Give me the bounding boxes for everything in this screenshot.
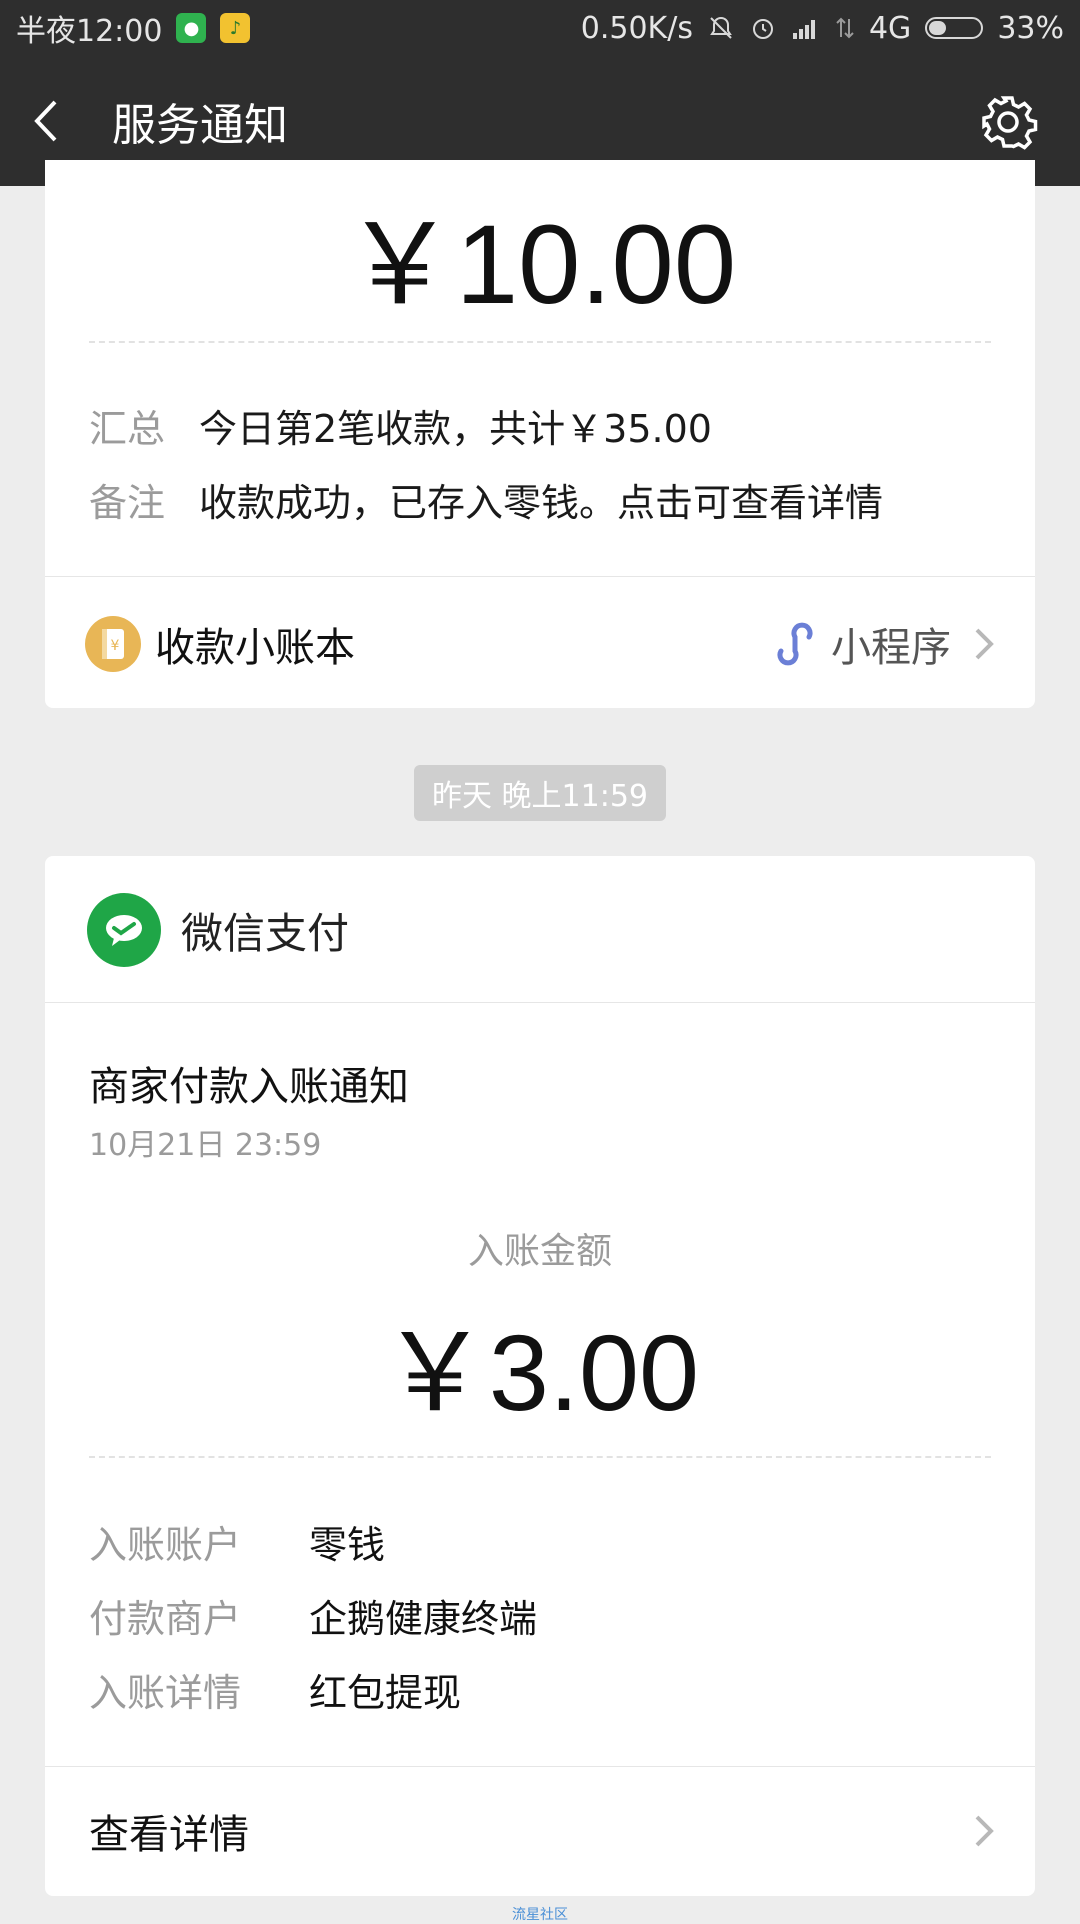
battery-level-fill <box>929 21 947 35</box>
chevron-right-icon <box>975 1815 994 1847</box>
amount-label: 入账金额 <box>467 1231 612 1272</box>
detail-label: 入账详情 <box>89 1671 242 1715</box>
detail-value: 红包提现 <box>309 1671 462 1715</box>
battery-percent: 33% <box>997 10 1064 46</box>
divider <box>45 576 1035 577</box>
network-speed: 0.50K/s <box>580 10 693 46</box>
wechat-pay-logo-icon <box>87 893 161 967</box>
detail-row-info: 入账详情 红包提现 <box>89 1662 461 1717</box>
detail-label: 入账账户 <box>89 1523 242 1567</box>
divider <box>45 1002 1035 1003</box>
mini-program-icon <box>777 622 813 666</box>
mini-program-tag: 小程序 <box>773 615 995 673</box>
ledger-label: 收款小账本 <box>155 625 355 671</box>
data-arrows-icon <box>836 17 854 39</box>
received-amount: ￥10.00 <box>343 202 737 327</box>
summary-label: 汇总 <box>89 407 166 451</box>
dashed-divider <box>89 1456 991 1458</box>
notice-time: 10月21日 23:59 <box>89 1128 322 1163</box>
alarm-icon <box>752 19 773 39</box>
view-details-label: 查看详情 <box>89 1812 249 1858</box>
signal-icon <box>792 20 815 39</box>
remark-value: 收款成功，已存入零钱。点击可查看详情 <box>199 481 884 525</box>
qq-music-app-icon: ♪ <box>220 13 251 43</box>
status-time: 半夜12:00 <box>16 14 163 49</box>
view-details-link[interactable]: 查看详情 <box>45 1766 1035 1896</box>
remark-label: 备注 <box>89 481 166 525</box>
detail-label: 付款商户 <box>89 1597 242 1641</box>
remark-row: 备注 收款成功，已存入零钱。点击可查看详情 <box>89 472 883 527</box>
credited-amount: ￥3.00 <box>380 1312 700 1433</box>
detail-row-merchant: 付款商户 企鹅健康终端 <box>89 1588 537 1643</box>
summary-value: 今日第2笔收款，共计￥35.00 <box>199 407 712 451</box>
ledger-mini-program-link[interactable]: ¥ 收款小账本 小程序 <box>45 580 1035 708</box>
watermark: 流星社区 <box>512 1907 568 1923</box>
message-timestamp: 昨天 晚上11:59 <box>414 765 666 821</box>
mute-bell-icon <box>710 16 732 39</box>
network-type: 4G <box>868 10 912 46</box>
svg-text:¥: ¥ <box>111 638 120 654</box>
page-title: 服务通知 <box>112 100 288 151</box>
chevron-right-icon <box>975 628 994 660</box>
mini-program-label: 小程序 <box>831 625 951 671</box>
summary-row: 汇总 今日第2笔收款，共计￥35.00 <box>89 398 712 453</box>
battery-icon <box>925 17 984 39</box>
merchant-payment-card[interactable]: 微信支付 商家付款入账通知 10月21日 23:59 入账金额 ￥3.00 入账… <box>45 856 1035 1896</box>
payment-notification-card[interactable]: ￥10.00 汇总 今日第2笔收款，共计￥35.00 备注 收款成功，已存入零钱… <box>45 160 1035 708</box>
status-bar: 半夜12:00 ● ♪ 0.50K/s 4G 33% <box>0 0 1080 56</box>
ledger-book-icon: ¥ <box>85 616 141 672</box>
detail-row-account: 入账账户 零钱 <box>89 1514 385 1569</box>
detail-value: 企鹅健康终端 <box>309 1597 538 1641</box>
sender-header[interactable]: 微信支付 <box>45 856 1035 1004</box>
gear-icon[interactable] <box>978 92 1038 152</box>
detail-value: 零钱 <box>309 1523 386 1567</box>
dashed-divider <box>89 341 991 343</box>
sender-name: 微信支付 <box>181 908 350 958</box>
wechat-app-icon: ● <box>176 13 207 43</box>
notice-title: 商家付款入账通知 <box>89 1064 409 1110</box>
